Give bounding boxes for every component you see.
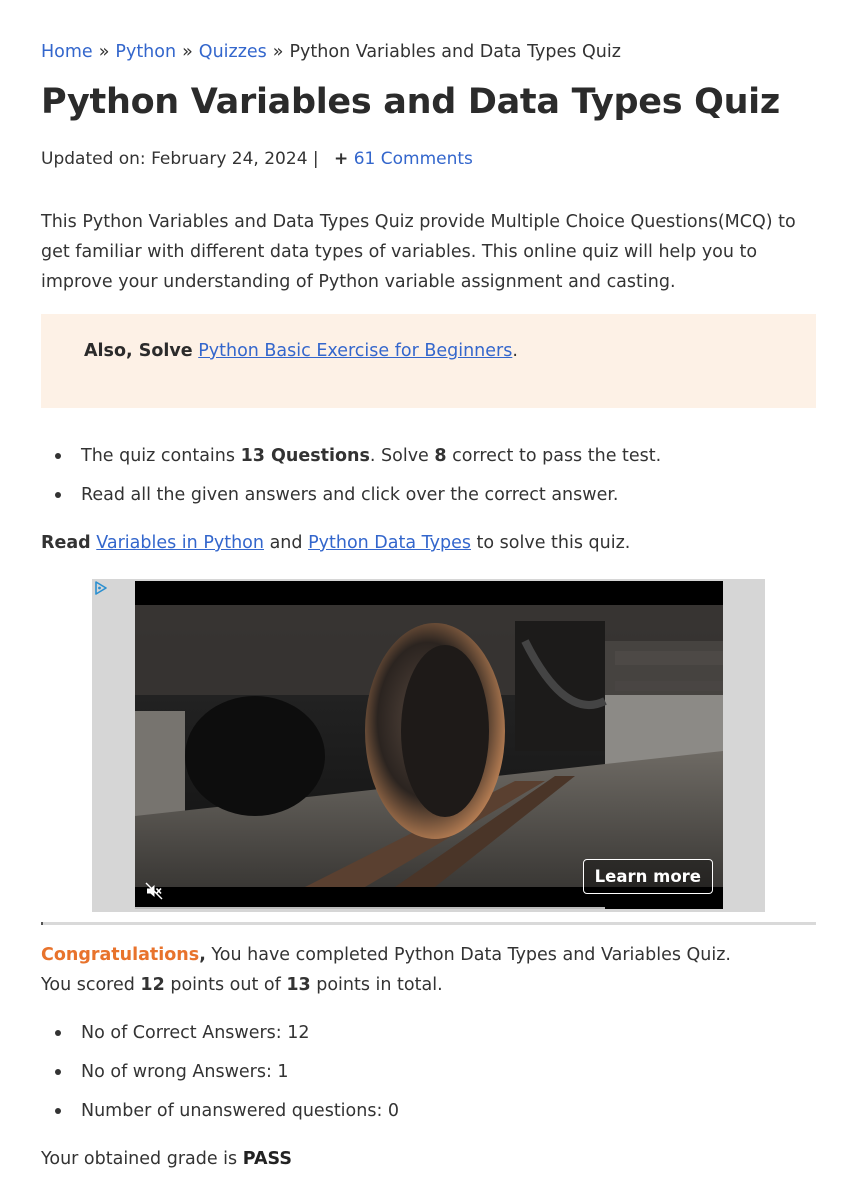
correct-answers-item: No of Correct Answers: 12 — [41, 1020, 399, 1059]
score-line: You scored 12 points out of 13 points in… — [41, 970, 731, 1000]
stats-list: No of Correct Answers: 12 No of wrong An… — [41, 1020, 399, 1137]
adchoices-icon[interactable] — [94, 581, 108, 595]
basic-exercise-link[interactable]: Python Basic Exercise for Beginners — [198, 341, 512, 361]
breadcrumb-python-link[interactable]: Python — [115, 42, 176, 62]
info-text: The quiz contains — [81, 446, 241, 466]
read-label: Read — [41, 533, 91, 553]
breadcrumb-separator: » — [272, 42, 284, 62]
callout-suffix: . — [512, 341, 518, 361]
score-text: points in total. — [310, 975, 443, 995]
page-title: Python Variables and Data Types Quiz — [41, 82, 780, 122]
total-value: 13 — [286, 975, 311, 995]
pass-count: 8 — [434, 446, 447, 466]
score-value: 12 — [140, 975, 165, 995]
and-text: and — [269, 533, 303, 553]
variables-in-python-link[interactable]: Variables in Python — [96, 533, 264, 553]
ad-video-player[interactable]: Learn more — [135, 581, 723, 909]
grade-line: Your obtained grade is PASS — [41, 1149, 292, 1169]
intro-paragraph: This Python Variables and Data Types Qui… — [41, 212, 796, 292]
video-ad[interactable]: Learn more — [92, 579, 765, 912]
quiz-info-list: The quiz contains 13 Questions. Solve 8 … — [41, 443, 661, 521]
read-suffix: to solve this quiz. — [476, 533, 631, 553]
list-item: The quiz contains 13 Questions. Solve 8 … — [41, 443, 661, 482]
info-text: correct to pass the test. — [446, 446, 662, 466]
congrats-comma: , — [199, 945, 206, 965]
python-data-types-link[interactable]: Python Data Types — [308, 533, 471, 553]
callout-box: Also, Solve Python Basic Exercise for Be… — [41, 314, 816, 408]
info-text: . Solve — [369, 446, 435, 466]
divider — [41, 922, 816, 925]
unanswered-item: Number of unanswered questions: 0 — [41, 1098, 399, 1137]
breadcrumb-separator: » — [98, 42, 110, 62]
breadcrumb: Home» Python» Quizzes» Python Variables and… — [41, 42, 621, 62]
score-text: points out of — [164, 975, 287, 995]
breadcrumb-separator: » — [182, 42, 193, 62]
list-item: Read all the given answers and click ove… — [41, 482, 661, 521]
comments-link[interactable]: 61 Comments — [354, 149, 473, 169]
congrats-line: Congratulations, You have completed Pyth… — [41, 940, 731, 970]
wrong-answers-item: No of wrong Answers: 1 — [41, 1059, 399, 1098]
callout-text: Also, Solve Python Basic Exercise for Be… — [84, 341, 518, 361]
mute-icon[interactable] — [145, 882, 163, 900]
comments-plus-icon: + — [334, 149, 349, 169]
post-meta: Updated on: February 24, 2024 | + 61 Com… — [41, 149, 473, 169]
score-text: You scored — [41, 975, 141, 995]
breadcrumb-home-link[interactable]: Home — [41, 42, 93, 62]
breadcrumb-quizzes-link[interactable]: Quizzes — [199, 42, 267, 62]
video-progress-bar — [135, 907, 606, 909]
grade-label: Your obtained grade is — [41, 1149, 243, 1169]
question-count: 13 Questions — [240, 446, 370, 466]
breadcrumb-current: Python Variables and Data Types Quiz — [289, 42, 621, 62]
completed-text: You have completed Python Data Types and… — [205, 945, 731, 965]
callout-prefix: Also, Solve — [84, 341, 193, 361]
grade-value: PASS — [242, 1149, 292, 1169]
congrats-label: Congratulations — [41, 945, 200, 965]
quiz-result: Congratulations, You have completed Pyth… — [41, 940, 731, 1000]
learn-more-button[interactable]: Learn more — [582, 859, 713, 894]
updated-date: Updated on: February 24, 2024 | — [41, 149, 319, 169]
reading-suggestion: Read Variables in Python and Python Data… — [41, 533, 630, 553]
